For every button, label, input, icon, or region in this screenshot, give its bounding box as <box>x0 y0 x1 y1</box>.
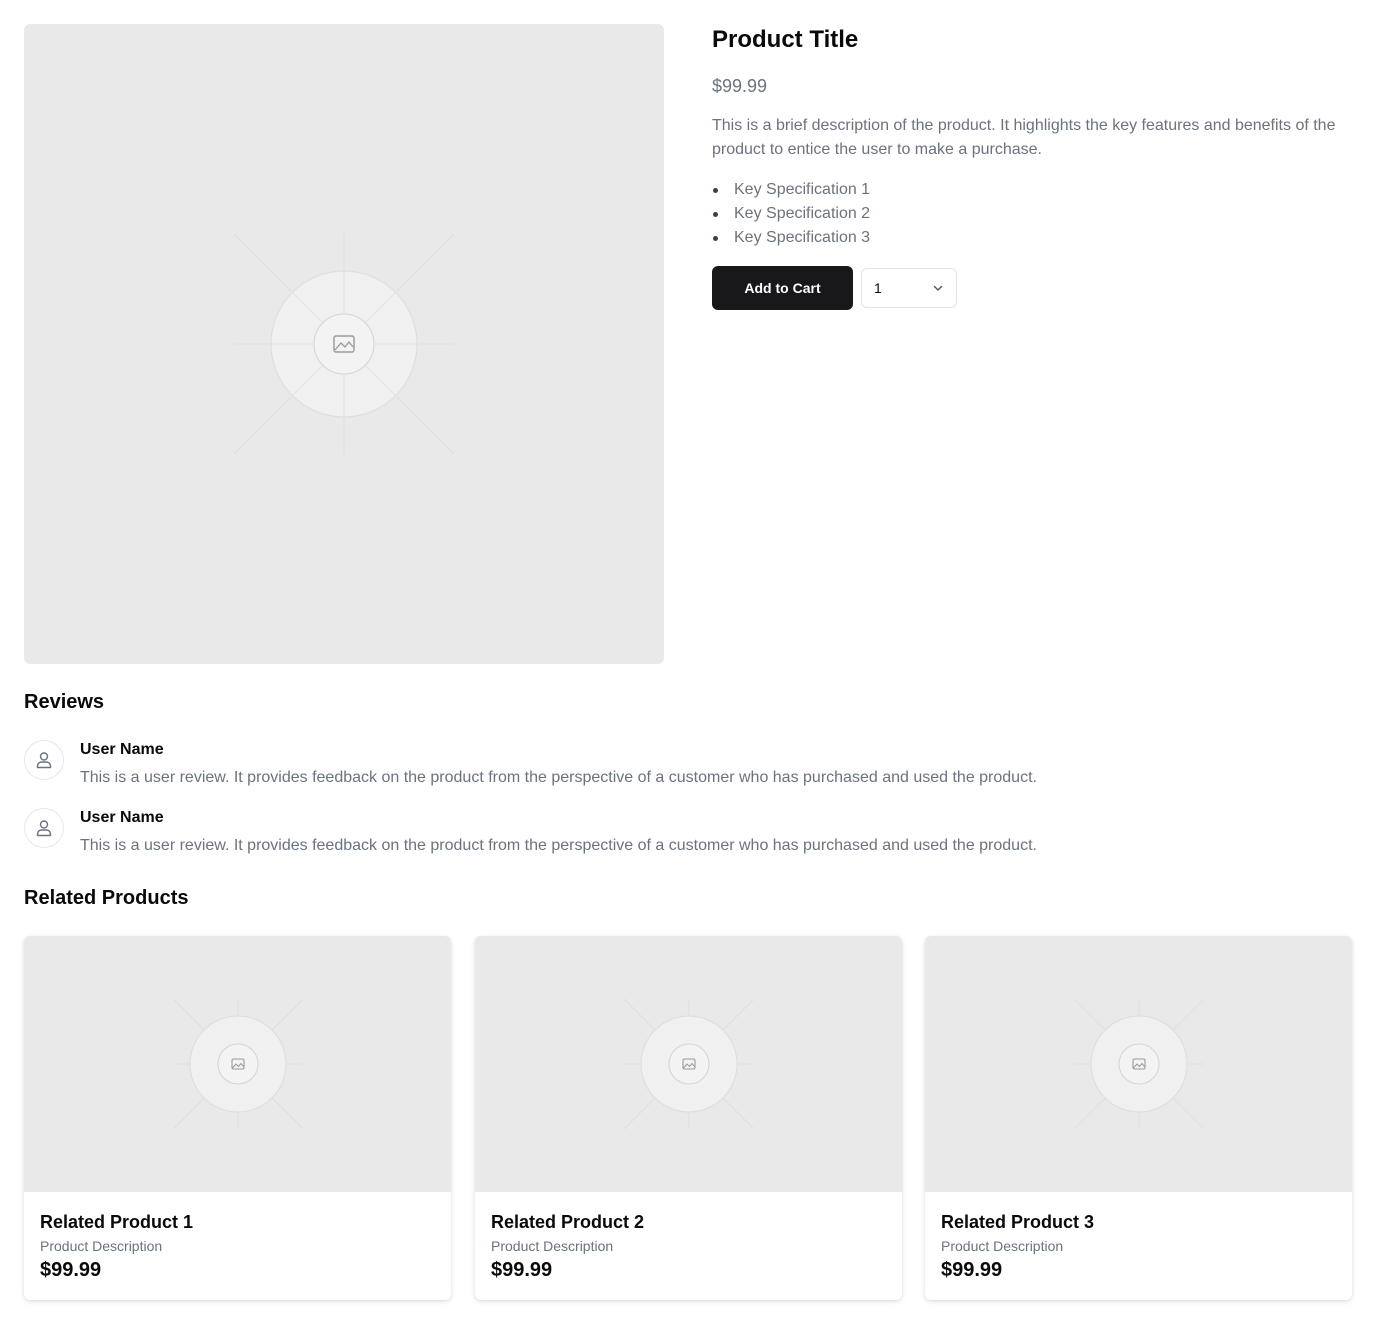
product-price: $99.99 <box>712 76 768 96</box>
review-text: This is a user review. It provides feedb… <box>80 769 1037 786</box>
related-product-name: Related Product 1 <box>40 1212 194 1232</box>
related-product-description: Product Description <box>491 1238 614 1254</box>
related-product-card[interactable]: Related Product 2 Product Description $9… <box>475 936 902 1300</box>
image-placeholder-icon <box>234 234 454 454</box>
related-product-name: Related Product 2 <box>491 1212 645 1232</box>
related-product-name: Related Product 3 <box>941 1212 1095 1232</box>
spec-item: Key Specification 1 <box>712 178 1352 202</box>
review-item: User Name This is a user review. It prov… <box>24 808 1324 856</box>
user-icon <box>36 752 52 769</box>
related-product-card[interactable]: Related Product 3 Product Description $9… <box>925 936 1352 1300</box>
review-user-name: User Name <box>80 741 164 758</box>
review-text: This is a user review. It provides feedb… <box>80 837 1037 854</box>
spec-item: Key Specification 3 <box>712 226 1352 250</box>
product-title: Product Title <box>712 26 859 53</box>
image-placeholder-icon <box>1073 999 1204 1129</box>
related-product-price: $99.99 <box>941 1259 1003 1281</box>
image-placeholder-icon <box>623 999 754 1129</box>
purchase-actions: Add to Cart 1 <box>712 266 1352 310</box>
product-image <box>24 24 664 664</box>
related-product-description: Product Description <box>40 1238 163 1254</box>
add-to-cart-button[interactable]: Add to Cart <box>712 266 853 310</box>
review-user-name: User Name <box>80 809 164 826</box>
spec-item: Key Specification 2 <box>712 202 1352 226</box>
avatar <box>24 808 64 848</box>
related-product-image <box>925 936 1352 1192</box>
related-products-heading: Related Products <box>24 887 189 909</box>
related-product-image <box>475 936 902 1192</box>
quantity-select[interactable]: 1 <box>861 268 957 308</box>
related-product-price: $99.99 <box>40 1259 102 1281</box>
user-icon <box>36 820 52 837</box>
chevron-down-icon <box>933 285 943 291</box>
avatar <box>24 740 64 780</box>
quantity-value: 1 <box>874 280 882 296</box>
related-product-card[interactable]: Related Product 1 Product Description $9… <box>24 936 451 1300</box>
related-product-description: Product Description <box>941 1238 1064 1254</box>
image-placeholder-icon <box>172 999 303 1129</box>
related-product-image <box>24 936 451 1192</box>
reviews-heading: Reviews <box>24 691 105 713</box>
review-item: User Name This is a user review. It prov… <box>24 740 1324 788</box>
product-info: Product Title $99.99 This is a brief des… <box>712 24 1352 310</box>
related-product-price: $99.99 <box>491 1259 553 1281</box>
spec-list: Key Specification 1 Key Specification 2 … <box>712 178 1352 250</box>
product-description: This is a brief description of the produ… <box>712 117 1336 158</box>
